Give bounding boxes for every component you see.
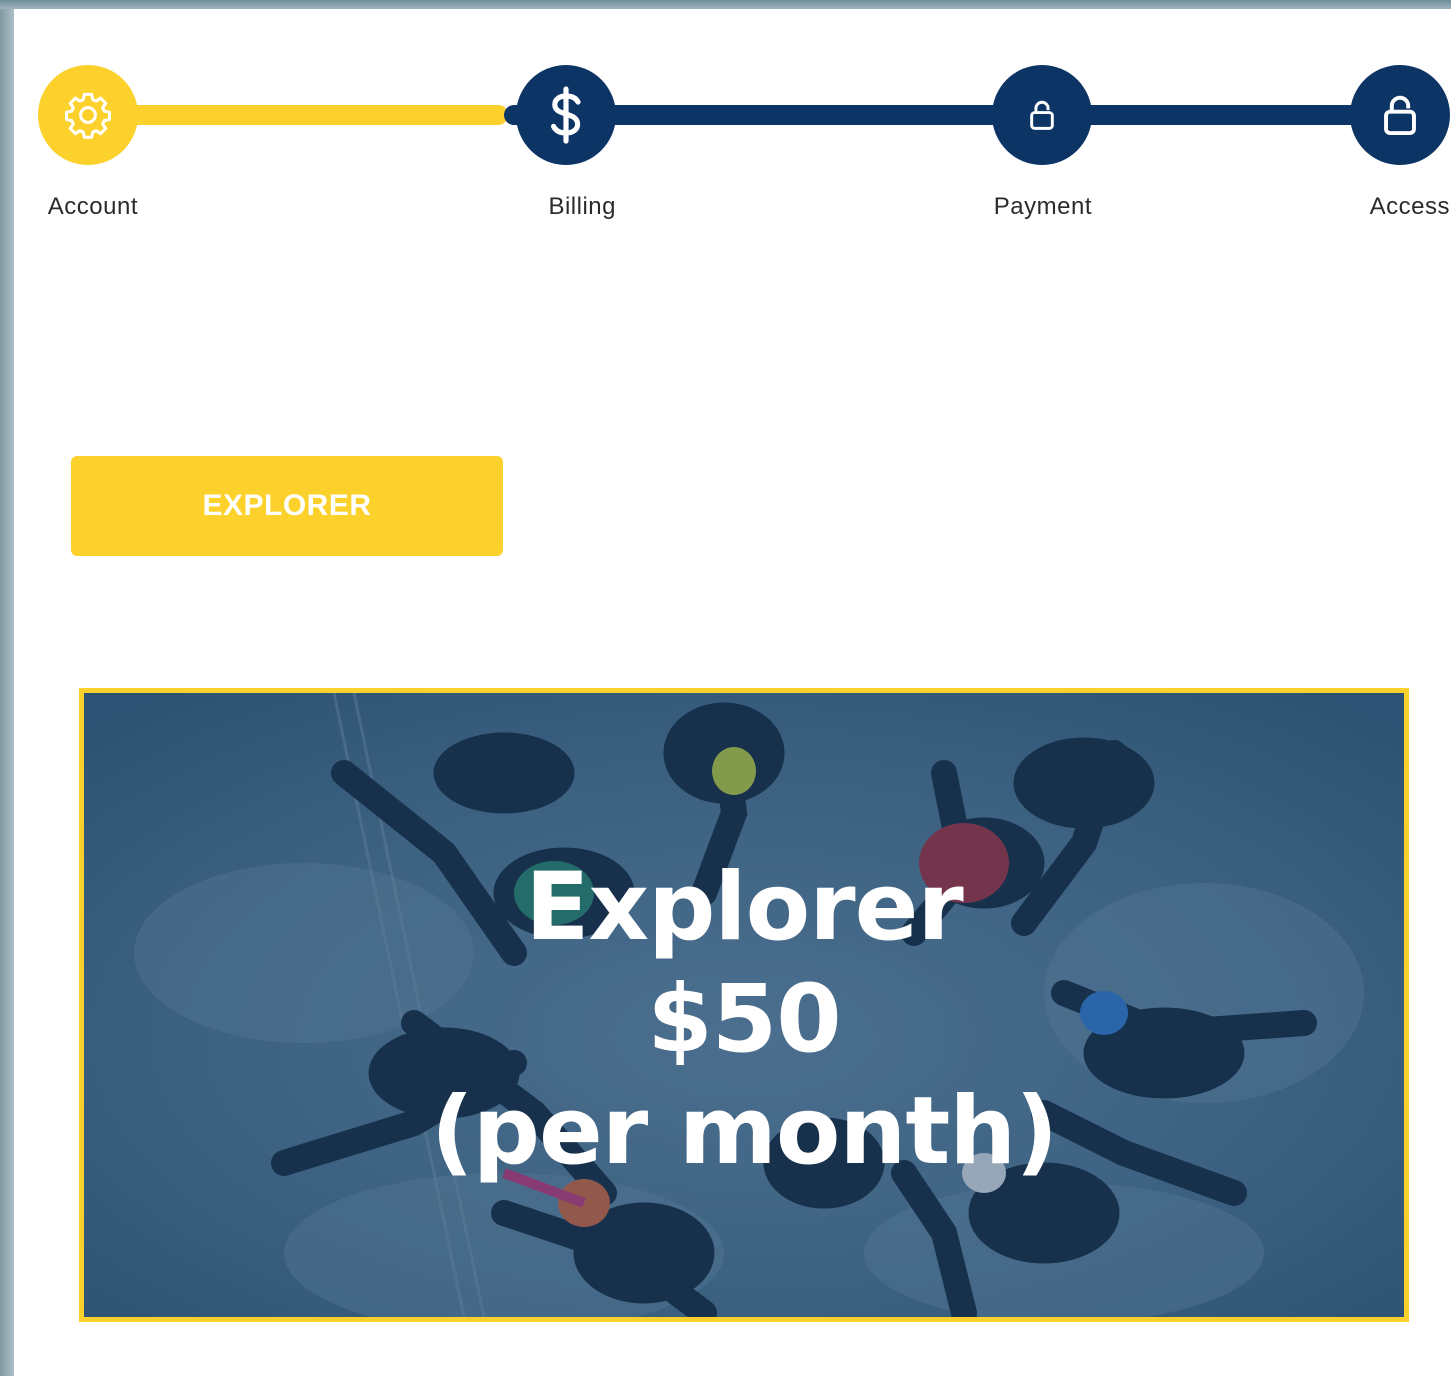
step-payment-circle[interactable] <box>992 65 1092 165</box>
progress-track-complete <box>88 105 508 125</box>
signup-page: Account Billing Payment Access EXPLORER … <box>14 9 1451 1376</box>
step-payment[interactable]: Payment <box>992 65 1092 221</box>
progress-stepper: Account Billing Payment Access <box>14 9 1451 249</box>
step-label-payment: Payment <box>993 193 1092 220</box>
step-billing-circle[interactable] <box>516 65 616 165</box>
explorer-plan-button[interactable]: EXPLORER <box>71 456 503 556</box>
dollar-icon <box>551 86 581 144</box>
step-label-access: Access <box>1369 193 1450 220</box>
step-access-circle[interactable] <box>1350 65 1450 165</box>
window-frame-top <box>0 0 1451 9</box>
plan-period: (per month) <box>430 1077 1058 1186</box>
step-label-account: Account <box>47 193 138 220</box>
step-account-circle[interactable] <box>38 65 138 165</box>
step-account[interactable]: Account <box>38 65 138 221</box>
explorer-plan-card[interactable]: Explorer $50 (per month) <box>79 688 1409 1322</box>
lock-icon <box>1030 100 1054 130</box>
progress-track-remaining <box>504 105 1404 125</box>
plan-card-text: Explorer $50 (per month) <box>84 693 1404 1317</box>
gear-icon <box>65 92 111 139</box>
step-access[interactable]: Access <box>1350 65 1450 221</box>
step-label-billing: Billing <box>548 193 616 220</box>
plan-name: Explorer <box>525 853 963 962</box>
lock-icon <box>1384 95 1416 136</box>
plan-price: $50 <box>647 965 841 1074</box>
step-billing[interactable]: Billing <box>516 65 616 221</box>
